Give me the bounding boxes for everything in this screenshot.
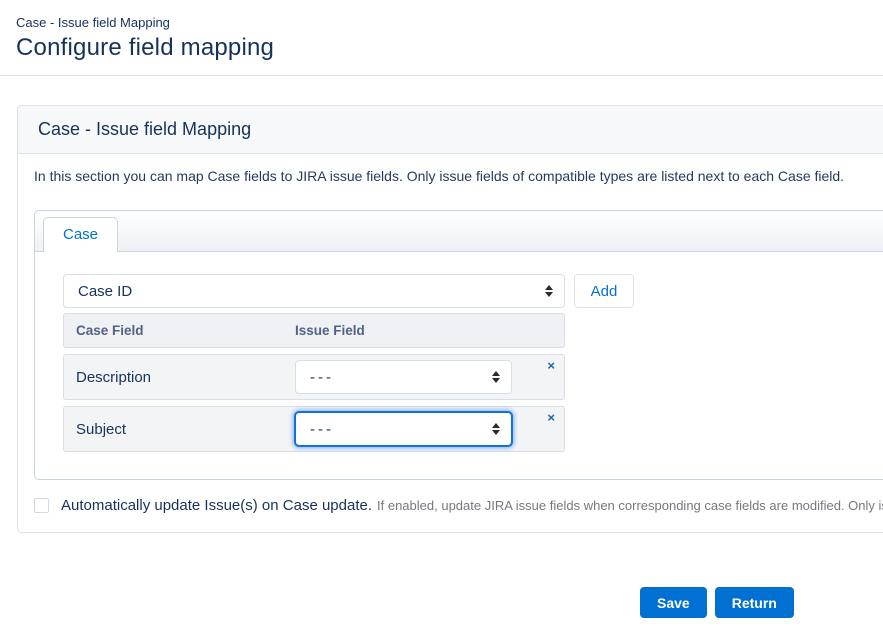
issue-field-select-subject[interactable]: --- <box>295 412 512 446</box>
tab-panel-case: Case ID Add Case Field Issue Field Descr… <box>35 252 883 479</box>
select-spinner-icon <box>492 423 500 435</box>
card-body: In this section you can map Case fields … <box>18 154 883 532</box>
card-header: Case - Issue field Mapping <box>18 106 883 154</box>
action-buttons: Save Return <box>0 587 883 618</box>
auto-update-row: Automatically update Issue(s) on Case up… <box>34 497 883 514</box>
issue-field-select-description[interactable]: --- <box>295 360 512 394</box>
tab-case[interactable]: Case <box>43 217 118 252</box>
mapping-table-header: Case Field Issue Field <box>63 313 565 348</box>
field-picker-row: Case ID Add <box>63 274 883 308</box>
return-button[interactable]: Return <box>715 587 794 618</box>
breadcrumb[interactable]: Case - Issue field Mapping <box>16 15 883 30</box>
select-spinner-icon <box>492 371 500 383</box>
auto-update-label: Automatically update Issue(s) on Case up… <box>61 497 372 514</box>
select-spinner-icon <box>545 285 553 297</box>
remove-mapping-icon[interactable]: × <box>547 411 555 424</box>
case-field-select[interactable]: Case ID <box>63 274 565 308</box>
mapping-tabset: Case Case ID Add Case Field Issue Field <box>34 210 883 480</box>
column-header-issue-field: Issue Field <box>295 323 365 338</box>
tab-strip: Case <box>35 211 883 252</box>
table-row: Description --- × <box>63 354 565 400</box>
column-header-case-field: Case Field <box>76 323 295 338</box>
case-field-label: Description <box>76 369 295 386</box>
case-field-label: Subject <box>76 421 295 438</box>
remove-mapping-icon[interactable]: × <box>547 359 555 372</box>
auto-update-help-text: If enabled, update JIRA issue fields whe… <box>377 498 883 513</box>
table-row: Subject --- × <box>63 406 565 452</box>
mapping-table: Case Field Issue Field Description --- ×… <box>63 313 565 452</box>
case-field-select-value: Case ID <box>78 283 132 300</box>
page-header: Case - Issue field Mapping Configure fie… <box>0 0 883 76</box>
section-description: In this section you can map Case fields … <box>34 166 883 186</box>
auto-update-checkbox[interactable] <box>34 498 49 513</box>
add-button[interactable]: Add <box>574 274 634 308</box>
save-button[interactable]: Save <box>640 587 707 618</box>
page-title: Configure field mapping <box>16 34 883 62</box>
field-mapping-card: Case - Issue field Mapping In this secti… <box>17 105 883 533</box>
